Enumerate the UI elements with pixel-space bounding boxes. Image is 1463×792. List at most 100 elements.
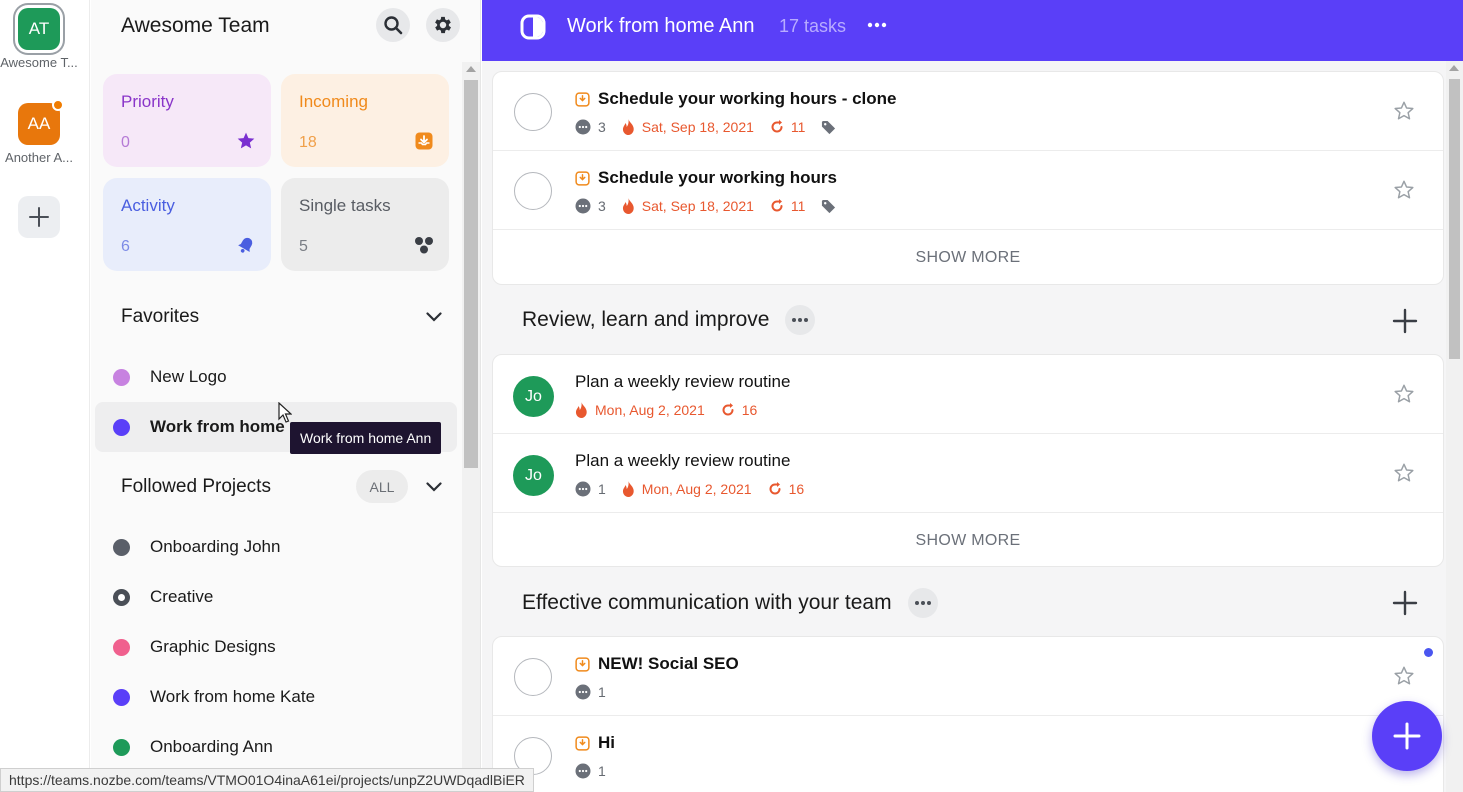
section-more-button[interactable]	[907, 588, 938, 618]
star-icon[interactable]	[1393, 100, 1415, 122]
followed-item-graphic-designs[interactable]: Graphic Designs	[95, 622, 457, 672]
task-row[interactable]: Jo Plan a weekly review routine Mon, Aug…	[493, 355, 1443, 434]
followed-toggle[interactable]	[424, 477, 444, 497]
followed-item-creative[interactable]: Creative	[95, 572, 457, 622]
task-meta: 1	[575, 684, 622, 700]
add-task-plus-icon[interactable]	[1392, 590, 1418, 616]
project-circle-icon[interactable]	[520, 14, 546, 45]
show-more-button[interactable]: SHOW MORE	[493, 231, 1443, 285]
task-row[interactable]: Hi 1	[493, 716, 1443, 792]
task-complete-checkbox[interactable]	[514, 172, 552, 210]
scroll-up-arrow-icon[interactable]	[1449, 65, 1459, 71]
star-icon[interactable]	[1393, 462, 1415, 484]
tag-icon	[821, 199, 843, 214]
followed-item-work-from-home-kate[interactable]: Work from home Kate	[95, 672, 457, 722]
activity-card[interactable]: Activity 6	[103, 178, 271, 271]
section-title: Effective communication with your team	[522, 591, 892, 614]
search-button[interactable]	[376, 8, 410, 42]
due-date-value: Sat, Sep 18, 2021	[641, 198, 754, 214]
followed-projects-title: Followed Projects	[121, 476, 271, 497]
task-row[interactable]: NEW! Social SEO 1	[493, 637, 1443, 716]
task-meta: 3 Sat, Sep 18, 2021 11	[575, 198, 859, 214]
task-title[interactable]: Plan a weekly review routine	[575, 372, 790, 392]
task-meta: Mon, Aug 2, 2021 16	[575, 402, 773, 418]
due-date-value: Mon, Aug 2, 2021	[595, 402, 705, 418]
workspace-initials: AT	[28, 19, 50, 38]
more-horizontal-icon	[914, 601, 931, 605]
followed-item-onboarding-ann[interactable]: Onboarding Ann	[95, 722, 457, 772]
task-group-panel: Schedule your working hours - clone 3 Sa…	[492, 71, 1444, 285]
task-complete-checkbox[interactable]	[514, 658, 552, 696]
single-tasks-card[interactable]: Single tasks 5	[281, 178, 449, 271]
comments-value: 1	[598, 481, 606, 497]
comment-icon	[575, 684, 591, 700]
task-title[interactable]: Schedule your working hours - clone	[575, 89, 897, 109]
star-icon[interactable]	[1393, 665, 1415, 687]
project-label: Work from home Kate	[150, 687, 316, 706]
card-label: Priority	[121, 92, 174, 111]
task-title[interactable]: Schedule your working hours	[575, 168, 837, 188]
fire-icon	[622, 119, 634, 135]
comment-icon	[575, 119, 591, 135]
scroll-up-arrow-icon[interactable]	[466, 66, 476, 72]
assignee-avatar[interactable]: Jo	[513, 376, 554, 417]
all-filter-button[interactable]: ALL	[356, 470, 408, 503]
repeat-value: 16	[788, 481, 805, 497]
team-name: Awesome Team	[121, 14, 270, 37]
due-date: Sat, Sep 18, 2021	[622, 119, 754, 135]
comments-value: 1	[598, 763, 606, 779]
fire-icon	[575, 402, 587, 418]
dots-cluster-icon	[413, 234, 435, 256]
task-count: 17 tasks	[779, 16, 847, 36]
comments-count: 1	[575, 481, 606, 497]
sidebar-scrollbar[interactable]	[462, 62, 480, 792]
workspace-avatar[interactable]: AT	[18, 8, 60, 50]
task-complete-checkbox[interactable]	[514, 93, 552, 131]
workspace-awesome-team[interactable]: AT Awesome T...	[0, 8, 78, 70]
comment-icon	[575, 763, 591, 779]
task-title[interactable]: NEW! Social SEO	[575, 654, 739, 674]
task-meta: 3 Sat, Sep 18, 2021 11	[575, 119, 859, 135]
gear-icon	[435, 16, 451, 34]
plus-icon	[1393, 722, 1421, 750]
comments-count: 1	[575, 684, 606, 700]
favorite-item-new-logo[interactable]: New Logo	[95, 352, 457, 402]
scrollbar-thumb[interactable]	[1449, 79, 1460, 359]
settings-button[interactable]	[426, 8, 460, 42]
project-label: Onboarding Ann	[150, 737, 273, 756]
workspace-avatar[interactable]: AA	[18, 99, 64, 145]
task-title[interactable]: Hi	[575, 733, 615, 753]
main-scrollbar[interactable]	[1446, 61, 1463, 792]
bell-icon	[235, 234, 257, 256]
task-row[interactable]: Schedule your working hours 3 Sat, Sep 1…	[493, 151, 1443, 230]
add-task-plus-icon[interactable]	[1392, 308, 1418, 334]
star-icon[interactable]	[1393, 179, 1415, 201]
project-color-dot	[113, 738, 130, 756]
workspace-another[interactable]: AA Another A...	[0, 99, 78, 165]
show-more-button[interactable]: SHOW MORE	[493, 514, 1443, 568]
task-title[interactable]: Plan a weekly review routine	[575, 451, 790, 471]
project-label: Graphic Designs	[150, 637, 276, 656]
card-count: 18	[299, 134, 317, 151]
notification-dot	[52, 99, 64, 111]
task-title-text: Hi	[598, 733, 615, 752]
favorites-toggle[interactable]	[424, 307, 444, 327]
add-workspace-button[interactable]	[18, 196, 60, 238]
task-row[interactable]: Schedule your working hours - clone 3 Sa…	[493, 72, 1443, 151]
section-more-button[interactable]	[785, 305, 816, 335]
priority-card[interactable]: Priority 0	[103, 74, 271, 167]
star-icon[interactable]	[1393, 383, 1415, 405]
add-task-button[interactable]	[1372, 701, 1442, 771]
link-status-bar: https://teams.nozbe.com/teams/VTMO01O4in…	[0, 768, 534, 792]
incoming-card[interactable]: Incoming 18	[281, 74, 449, 167]
assignee-avatar[interactable]: Jo	[513, 455, 554, 496]
task-group-panel: NEW! Social SEO 1 Hi 1	[492, 636, 1444, 792]
scrollbar-thumb[interactable]	[464, 80, 478, 468]
task-row[interactable]: Jo Plan a weekly review routine 1 Mon, A…	[493, 434, 1443, 513]
project-more-button[interactable]	[867, 13, 887, 43]
followed-item-onboarding-john[interactable]: Onboarding John	[95, 522, 457, 572]
repeat-value: 16	[741, 402, 758, 418]
repeat-value: 11	[790, 198, 806, 214]
project-color-dot	[113, 368, 130, 386]
comments-value: 3	[598, 198, 606, 214]
